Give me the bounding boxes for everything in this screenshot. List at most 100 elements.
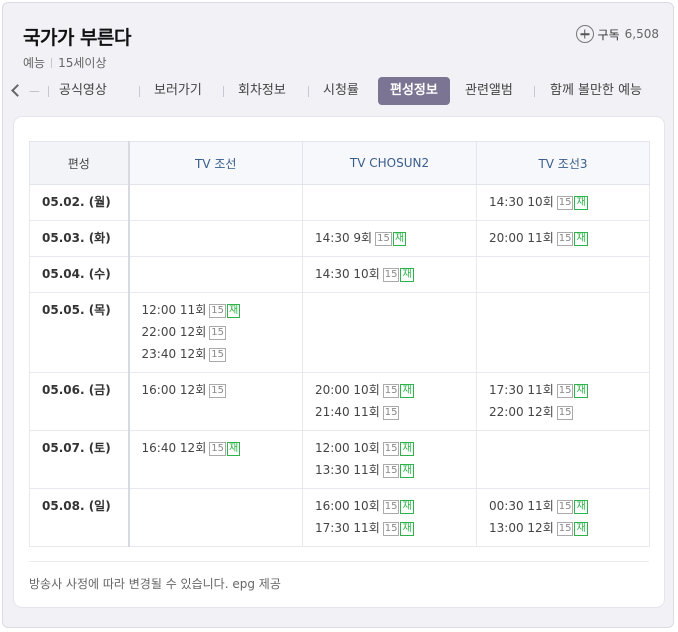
- episode-number: 10회: [353, 267, 380, 281]
- schedule-cell: [128, 184, 303, 221]
- schedule-cell: [128, 220, 303, 257]
- schedule-cell: [476, 292, 650, 373]
- schedule-date: 05.07. (토): [29, 430, 130, 489]
- air-time: 17:30: [315, 521, 350, 535]
- schedule-entry: 21:40 11회 15: [315, 403, 476, 425]
- schedule-entry: 22:00 12회 15: [489, 403, 649, 425]
- schedule-cell: 20:00 10회 15 재 21:40 11회 15: [302, 372, 477, 431]
- schedule-date: 05.04. (수): [29, 256, 130, 293]
- schedule-cell: [476, 430, 650, 489]
- age-rating-badge: 15: [382, 406, 400, 420]
- rerun-badge: 재: [574, 196, 588, 210]
- program-meta: 예능 15세이상: [23, 54, 106, 71]
- schedule-entry: 22:00 12회 15: [142, 323, 303, 345]
- schedule-entry: 16:40 12회 15 재: [142, 439, 303, 461]
- schedule-cell: 16:40 12회 15 재: [128, 430, 303, 489]
- rerun-badge: 재: [392, 232, 407, 246]
- program-tabs: ㅡ 공식영상 보러가기 회차정보 시청률 편성정보 관련앨범 함께 볼만한 예능: [3, 77, 675, 107]
- episode-number: 11회: [527, 231, 554, 245]
- schedule-cell: [302, 184, 477, 221]
- subscribe-button[interactable]: 구독 6,508: [575, 25, 659, 43]
- episode-number: 10회: [353, 441, 380, 455]
- schedule-table: 편성 TV 조선 TV CHOSUN2 TV 조선3 05.02. (월) 14:…: [29, 141, 650, 547]
- episode-number: 10회: [353, 383, 380, 397]
- age-rating-badge: 15: [209, 326, 226, 340]
- program-panel: 국가가 부른다 예능 15세이상 구독 6,508 ㅡ 공식영상 보러가기 회차…: [2, 2, 674, 628]
- schedule-entry: 16:00 12회 15: [142, 381, 303, 403]
- episode-number: 11회: [353, 521, 380, 535]
- episode-number: 11회: [353, 405, 380, 419]
- schedule-entry: 12:00 11회 15 재: [142, 301, 303, 323]
- tab-official-video[interactable]: 공식영상: [59, 77, 107, 105]
- age-rating-badge: 15: [556, 384, 574, 398]
- tab-divider: [139, 86, 140, 97]
- schedule-entry: 20:00 10회 15 재: [315, 381, 476, 403]
- table-row: 05.03. (화) 14:30 9회 15 재 20:00 11회 15 재: [29, 220, 650, 257]
- subscribe-label: 구독: [597, 27, 620, 42]
- tab-ratings[interactable]: 시청률: [323, 77, 359, 105]
- schedule-cell: [128, 488, 303, 547]
- program-title[interactable]: 국가가 부른다: [23, 23, 132, 50]
- schedule-date: 05.02. (월): [29, 184, 130, 221]
- schedule-entry: 00:30 11회 15 재: [489, 497, 649, 519]
- header-tv-chosun2: TV CHOSUN2: [302, 141, 477, 185]
- tab-related-shows[interactable]: 함께 볼만한 예능: [550, 77, 642, 105]
- episode-number: 12회: [527, 405, 554, 419]
- schedule-cell: [476, 256, 650, 293]
- schedule-entry: 14:30 9회 15 재: [315, 229, 476, 251]
- schedule-cell: 16:00 10회 15 재 17:30 11회 15 재: [302, 488, 477, 547]
- schedule-cell: 14:30 10회 15 재: [476, 184, 650, 221]
- air-time: 16:00: [315, 499, 350, 513]
- tab-divider: [308, 86, 309, 97]
- age-rating-badge: 15: [209, 304, 226, 318]
- program-genre: 예능: [23, 56, 46, 70]
- tab-albums[interactable]: 관련앨범: [465, 77, 513, 105]
- schedule-entry: 13:00 12회 15 재: [489, 519, 649, 541]
- schedule-entry: 14:30 10회 15 재: [315, 265, 476, 287]
- air-time: 22:00: [489, 405, 524, 419]
- age-rating-badge: 15: [382, 522, 400, 536]
- schedule-cell: 16:00 12회 15: [128, 372, 303, 431]
- schedule-entry: 20:00 11회 15 재: [489, 229, 649, 251]
- program-header: 국가가 부른다 예능 15세이상 구독 6,508 ㅡ 공식영상 보러가기 회차…: [3, 3, 675, 113]
- age-rating-badge: 15: [556, 406, 574, 420]
- rerun-badge: 재: [400, 522, 414, 536]
- schedule-header-row: 편성 TV 조선 TV CHOSUN2 TV 조선3: [29, 141, 650, 185]
- episode-number: 12회: [179, 325, 207, 339]
- age-rating-badge: 15: [556, 500, 574, 514]
- episode-number: 10회: [527, 195, 554, 209]
- tab-schedule[interactable]: 편성정보: [378, 77, 450, 105]
- tab-episodes[interactable]: 회차정보: [238, 77, 286, 105]
- table-row: 05.04. (수) 14:30 10회 15 재: [29, 256, 650, 293]
- schedule-date: 05.08. (일): [29, 488, 130, 547]
- episode-number: 12회: [179, 347, 207, 361]
- rerun-badge: 재: [574, 522, 588, 536]
- episode-number: 11회: [353, 463, 380, 477]
- age-rating-badge: 15: [382, 442, 400, 456]
- age-rating-badge: 15: [375, 232, 392, 246]
- air-time: 21:40: [315, 405, 350, 419]
- chevron-left-icon[interactable]: [11, 84, 24, 97]
- age-rating-badge: 15: [382, 464, 400, 478]
- tab-watch[interactable]: 보러가기: [154, 77, 202, 105]
- air-time: 17:30: [489, 383, 524, 397]
- rerun-badge: 재: [400, 500, 414, 514]
- age-rating-badge: 15: [209, 442, 226, 456]
- rerun-badge: 재: [400, 464, 414, 478]
- notice-divider: [29, 561, 649, 562]
- tab-divider: [534, 86, 535, 97]
- table-row: 05.06. (금) 16:00 12회 15 20:00 10회 15 재 21:40 1…: [29, 372, 650, 431]
- table-row: 05.05. (목) 12:00 11회 15 재 22:00 12회 15 23:40 1…: [29, 292, 650, 373]
- episode-number: 12회: [527, 521, 554, 535]
- episode-number: 11회: [179, 303, 207, 317]
- schedule-date: 05.05. (목): [29, 292, 130, 373]
- rerun-badge: 재: [400, 442, 414, 456]
- schedule-entry: 23:40 12회 15: [142, 345, 303, 367]
- schedule-cell: 14:30 10회 15 재: [302, 256, 477, 293]
- subscriber-count: 6,508: [624, 27, 659, 41]
- schedule-cell: 17:30 11회 15 재 22:00 12회 15: [476, 372, 650, 431]
- rerun-badge: 재: [574, 232, 588, 246]
- episode-number: 11회: [527, 499, 554, 513]
- episode-number: 9회: [353, 231, 373, 245]
- episode-number: 12회: [179, 383, 207, 397]
